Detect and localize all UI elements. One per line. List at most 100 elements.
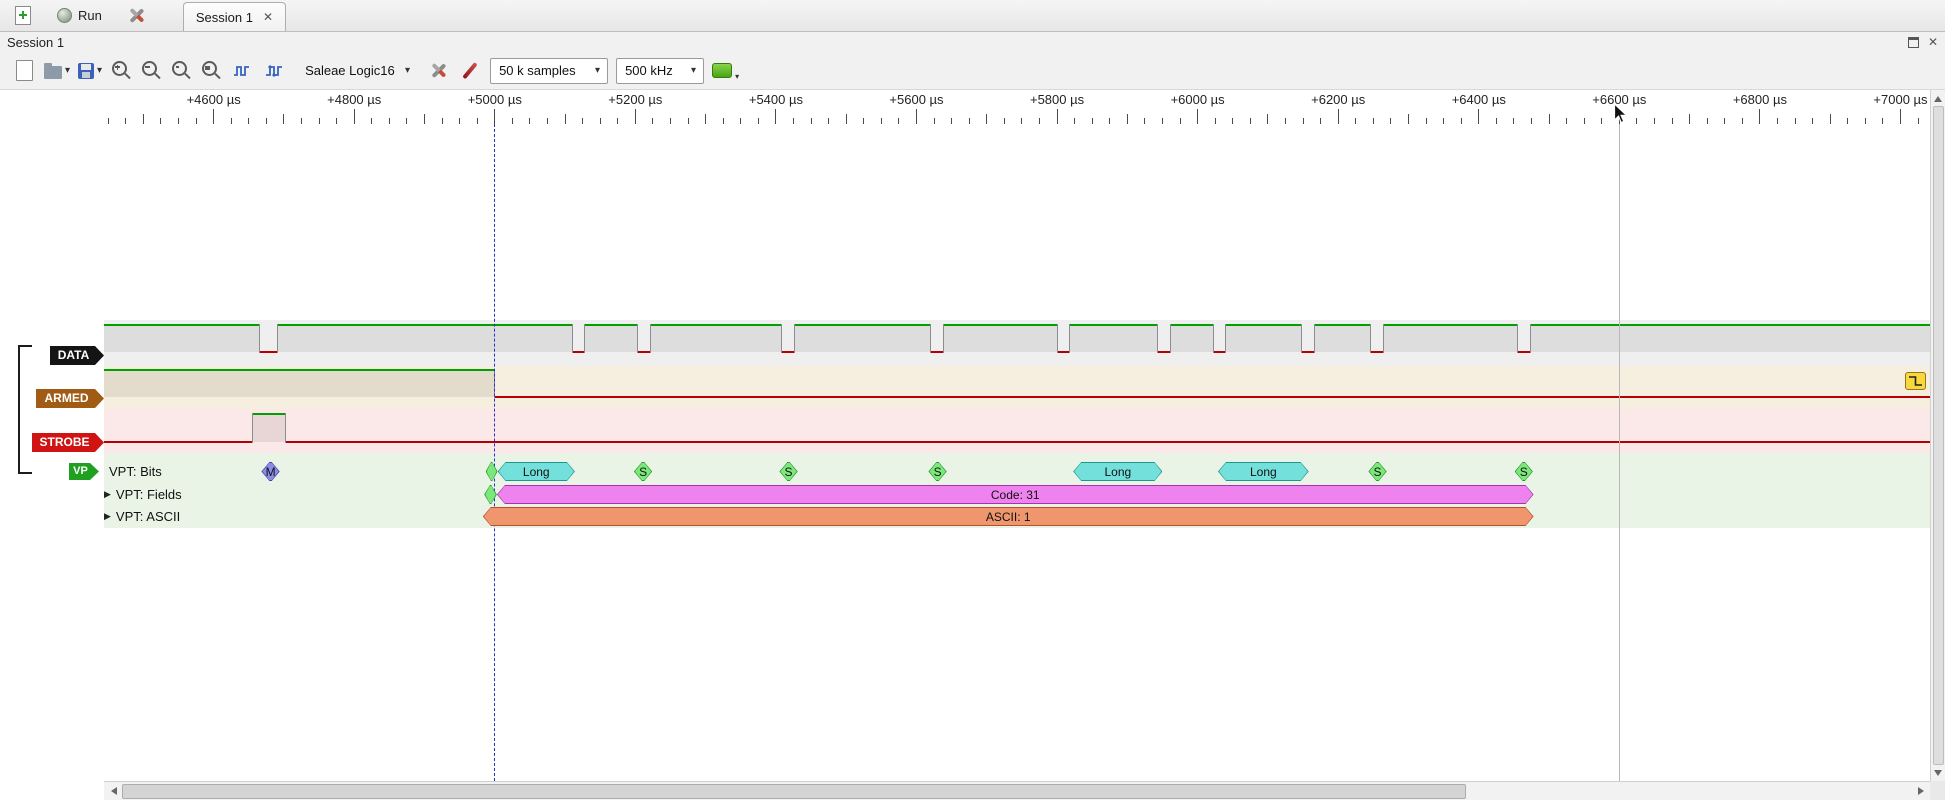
expand-arrow-icon[interactable]: ▶: [104, 489, 111, 500]
channel-group-bracket[interactable]: [18, 345, 32, 474]
ruler-tick: [1443, 118, 1445, 124]
new-session-icon: [15, 6, 31, 25]
ruler-tick: [107, 118, 109, 124]
decoder-row-label-fields[interactable]: ▶ VPT: Fields: [104, 485, 182, 504]
ruler-tick: [1653, 118, 1655, 124]
tab-title: Session 1: [195, 9, 253, 25]
scroll-left-button[interactable]: [104, 782, 122, 800]
ruler-tick: [1003, 118, 1005, 124]
ruler-tick: [564, 114, 566, 124]
ruler-tick: [582, 118, 584, 124]
ruler-tick: [1460, 118, 1462, 124]
decoder-row-bits-text: VPT: Bits: [109, 464, 162, 479]
armed-trigger-badge[interactable]: [1905, 372, 1926, 390]
ruler-tick: [599, 118, 601, 124]
ruler-tick: [1601, 118, 1603, 124]
ruler-tick: [125, 118, 127, 124]
scroll-down-button[interactable]: [1931, 765, 1945, 781]
open-button[interactable]: ▾: [44, 57, 70, 85]
ruler-tick: [195, 118, 197, 124]
ruler-tick: [1776, 118, 1778, 124]
device-select[interactable]: Saleae Logic16 ▾: [296, 58, 418, 84]
ruler-tick: [669, 118, 671, 124]
sample-rate-value: 500 kHz: [625, 63, 673, 78]
zoom-fit-icon: [171, 61, 187, 76]
dock-float-icon[interactable]: [1907, 36, 1919, 48]
ruler-tick: [406, 118, 408, 124]
zoom-in-button[interactable]: [110, 57, 132, 85]
colored-background-button[interactable]: [262, 57, 286, 85]
channels-button[interactable]: [458, 57, 482, 85]
ruler-label: +4600 µs: [186, 92, 241, 107]
ruler-tick: [142, 114, 144, 124]
ruler-tick: [1161, 118, 1163, 124]
decoder-row-label-ascii[interactable]: ▶ VPT: ASCII: [104, 507, 180, 526]
add-decoder-button[interactable]: ▾: [712, 57, 739, 85]
ruler-tick: [178, 118, 179, 124]
ruler-tick: [1548, 114, 1550, 124]
time-ruler[interactable]: +4600 µs +4800 µs +5000 µs +5200 µs +5400 µs…: [0, 90, 1945, 124]
ruler-tick: [968, 118, 970, 124]
channel-tag-strobe[interactable]: STROBE: [32, 433, 104, 452]
ruler-tick: [1759, 109, 1761, 124]
ruler-tick: [1390, 118, 1392, 124]
horizontal-scrollbar-thumb[interactable]: [122, 784, 1466, 799]
tab-session-1[interactable]: Session 1 ✕: [182, 2, 287, 31]
channel-tag-armed[interactable]: ARMED: [36, 389, 104, 408]
ruler-tick: [792, 118, 794, 124]
run-button[interactable]: Run: [48, 3, 111, 29]
ruler-tick: [775, 109, 777, 124]
ruler-tick: [1425, 118, 1427, 124]
ruler-tick: [1530, 118, 1532, 124]
ruler-tick: [1671, 118, 1673, 124]
ruler-tick: [459, 118, 461, 124]
decoder-row-label-bits[interactable]: VPT: Bits: [109, 462, 162, 481]
ruler-tick: [810, 118, 812, 124]
zoom-original-button[interactable]: [200, 57, 222, 85]
ruler-tick: [1495, 118, 1497, 124]
ruler-tick: [1214, 118, 1216, 124]
scroll-right-button[interactable]: [1912, 782, 1930, 800]
ruler-tick: [1179, 118, 1181, 124]
ruler-tick: [423, 114, 425, 124]
ruler-tick: [1267, 114, 1269, 124]
run-led-icon: [57, 8, 72, 23]
ruler-tick: [1074, 118, 1076, 124]
horizontal-scrollbar[interactable]: [104, 781, 1930, 800]
sample-count-value: 50 k samples: [499, 63, 576, 78]
zoom-original-icon: [201, 61, 217, 76]
scroll-up-button[interactable]: [1931, 90, 1945, 106]
channel-tag-data[interactable]: DATA: [50, 346, 104, 365]
ruler-tick: [898, 118, 900, 124]
ruler-tick: [529, 118, 531, 124]
main-toolbar: Run Session 1 ✕: [0, 0, 1945, 32]
ruler-tick: [1864, 118, 1866, 124]
zoom-fit-button[interactable]: [170, 57, 192, 85]
ruler-tick: [1232, 118, 1234, 124]
new-file-button[interactable]: [12, 57, 36, 85]
settings-button[interactable]: [119, 3, 153, 29]
caret-down-icon: ▾: [595, 65, 601, 76]
ruler-tick: [1249, 118, 1251, 124]
ruler-tick: [1337, 109, 1339, 124]
ruler-tick: [1407, 114, 1409, 124]
vertical-scrollbar[interactable]: [1930, 90, 1945, 781]
ruler-tick: [1513, 118, 1515, 124]
dock-close-icon[interactable]: ✕: [1928, 36, 1938, 48]
vertical-scrollbar-thumb[interactable]: [1933, 106, 1944, 765]
ruler-tick: [283, 114, 285, 124]
new-session-button[interactable]: [6, 3, 40, 29]
save-icon: [78, 62, 95, 79]
configure-device-button[interactable]: [426, 57, 450, 85]
sample-count-select[interactable]: 50 k samples ▾: [490, 57, 609, 84]
ruler-tick: [1829, 114, 1831, 124]
sample-rate-select[interactable]: 500 kHz ▾: [616, 57, 705, 84]
tab-close-icon[interactable]: ✕: [263, 11, 273, 23]
ruler-tick: [1478, 109, 1480, 124]
save-button[interactable]: ▾: [78, 57, 102, 85]
ruler-tick: [617, 118, 619, 124]
zoom-out-button[interactable]: [140, 57, 162, 85]
expand-arrow-icon[interactable]: ▶: [104, 511, 111, 522]
show-sampling-points-button[interactable]: [230, 57, 254, 85]
ruler-tick: [1706, 118, 1708, 124]
